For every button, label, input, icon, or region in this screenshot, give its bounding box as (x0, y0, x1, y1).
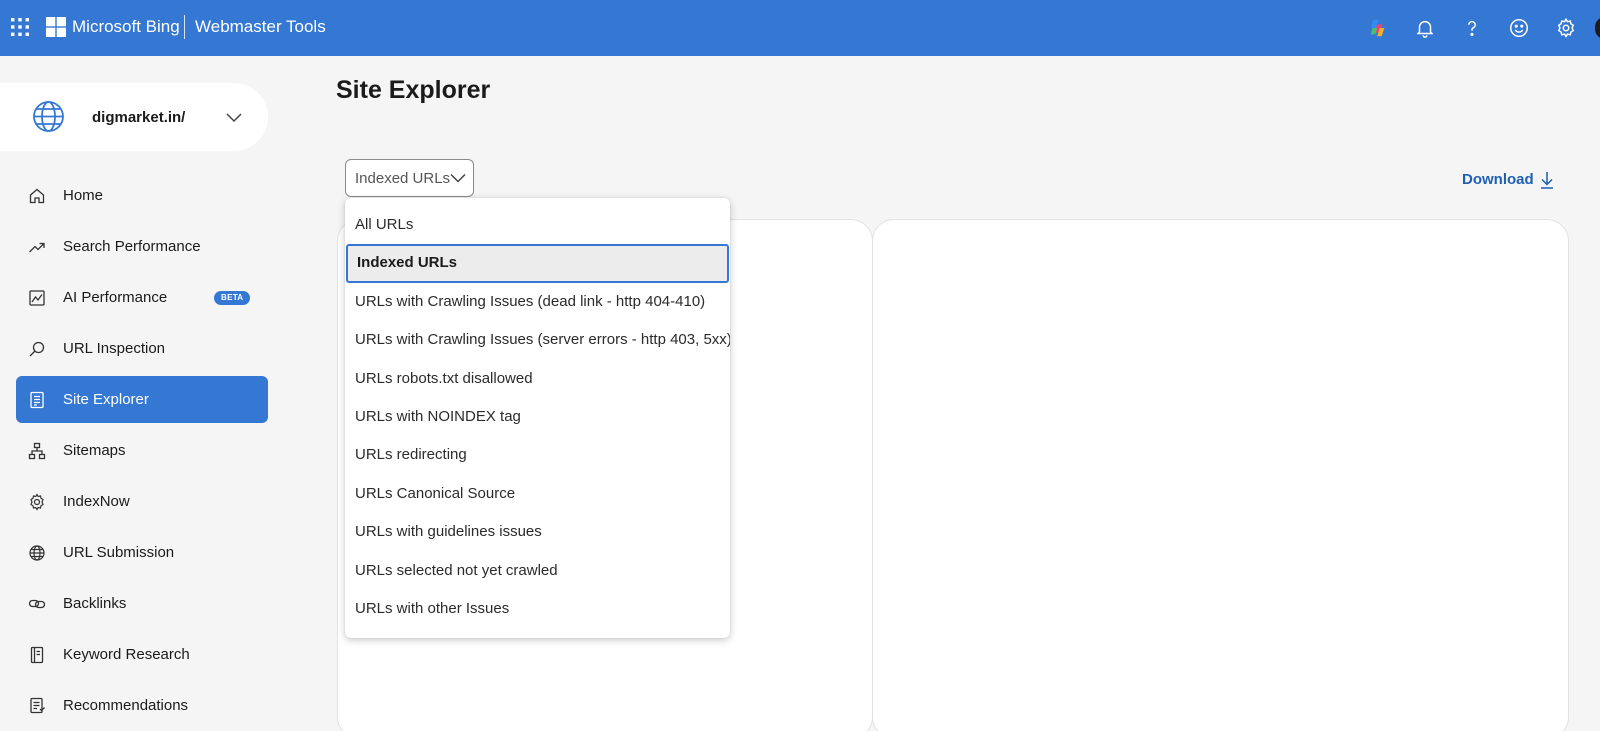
sidebar-item-backlinks[interactable]: Backlinks (16, 580, 268, 627)
help-icon[interactable] (1460, 16, 1484, 40)
dropdown-option-canonical-source[interactable]: URLs Canonical Source (345, 475, 730, 513)
brand-divider (184, 15, 185, 39)
globe-icon (32, 100, 65, 133)
dropdown-option-robots-disallowed[interactable]: URLs robots.txt disallowed (345, 360, 730, 398)
beta-badge: BETA (214, 291, 251, 305)
globe-icon (28, 544, 46, 562)
dropdown-option-noindex-tag[interactable]: URLs with NOINDEX tag (345, 398, 730, 436)
avatar[interactable] (1595, 17, 1600, 39)
dropdown-option-redirecting[interactable]: URLs redirecting (345, 436, 730, 474)
sidebar-item-indexnow[interactable]: IndexNow (16, 478, 268, 525)
top-bar: Microsoft Bing Webmaster Tools (0, 0, 1600, 56)
link-icon (28, 595, 46, 613)
copilot-icon[interactable] (1366, 16, 1390, 40)
microsoft-logo-icon[interactable] (46, 17, 66, 37)
page-title: Site Explorer (336, 76, 491, 104)
sitemap-icon (28, 442, 46, 460)
sidebar-item-url-inspection[interactable]: URL Inspection (16, 325, 268, 372)
dropdown-option-crawling-server-errors[interactable]: URLs with Crawling Issues (server errors… (345, 321, 730, 359)
content-panel-right (872, 219, 1569, 731)
dropdown-option-all-urls[interactable]: All URLs (345, 206, 730, 244)
sidebar-item-home[interactable]: Home (16, 172, 268, 219)
sidebar-item-label: Sitemaps (63, 442, 126, 459)
chart-icon (28, 289, 46, 307)
smiley-icon[interactable] (1507, 16, 1531, 40)
sidebar-item-label: Recommendations (63, 697, 189, 714)
sidebar-item-ai-performance[interactable]: AI Performance BETA (16, 274, 268, 321)
checklist-icon (28, 697, 46, 715)
sidebar-item-label: Keyword Research (63, 646, 190, 663)
sidebar-item-label: Site Explorer (63, 391, 149, 408)
home-icon (28, 187, 46, 205)
site-name: digmarket.in/ (92, 109, 186, 126)
brand-name[interactable]: Microsoft Bing (72, 16, 180, 38)
notebook-icon (28, 646, 46, 664)
download-icon[interactable] (1538, 170, 1556, 190)
dropdown-option-crawling-dead-link[interactable]: URLs with Crawling Issues (dead link - h… (345, 283, 730, 321)
document-icon (28, 391, 46, 409)
sidebar-item-search-performance[interactable]: Search Performance (16, 223, 268, 270)
sidebar-item-label: Backlinks (63, 595, 127, 612)
sidebar-item-label: URL Submission (63, 544, 175, 561)
sidebar-item-label: Home (63, 187, 104, 204)
waffle-icon[interactable] (11, 18, 29, 36)
url-filter-selected-value: Indexed URLs (355, 170, 451, 187)
gear-icon (28, 493, 46, 511)
sidebar-item-keyword-research[interactable]: Keyword Research (16, 631, 268, 678)
chevron-down-icon[interactable] (449, 169, 467, 187)
sidebar-item-url-submission[interactable]: URL Submission (16, 529, 268, 576)
site-selector[interactable]: digmarket.in/ (0, 83, 268, 151)
dropdown-option-guidelines-issues[interactable]: URLs with guidelines issues (345, 513, 730, 551)
dropdown-option-not-yet-crawled[interactable]: URLs selected not yet crawled (345, 552, 730, 590)
gear-icon[interactable] (1554, 16, 1578, 40)
sidebar-item-label: URL Inspection (63, 340, 165, 357)
sidebar-item-label: IndexNow (63, 493, 130, 510)
trending-icon (28, 238, 46, 256)
download-link[interactable]: Download (1462, 171, 1534, 188)
search-icon (28, 340, 46, 358)
dropdown-option-indexed-urls[interactable]: Indexed URLs (346, 244, 729, 283)
sidebar-item-sitemaps[interactable]: Sitemaps (16, 427, 268, 474)
sidebar-item-label: AI Performance (63, 289, 168, 306)
bell-icon[interactable] (1413, 16, 1437, 40)
sidebar-item-label: Search Performance (63, 238, 201, 255)
sidebar-item-recommendations[interactable]: Recommendations (16, 682, 268, 729)
url-filter-select[interactable]: Indexed URLs (345, 159, 474, 197)
dropdown-option-other-issues[interactable]: URLs with other Issues (345, 590, 730, 628)
sidebar-item-site-explorer[interactable]: Site Explorer (16, 376, 268, 423)
product-name[interactable]: Webmaster Tools (195, 16, 326, 38)
url-filter-dropdown: All URLs Indexed URLs URLs with Crawling… (345, 198, 730, 638)
chevron-down-icon[interactable] (225, 108, 243, 126)
